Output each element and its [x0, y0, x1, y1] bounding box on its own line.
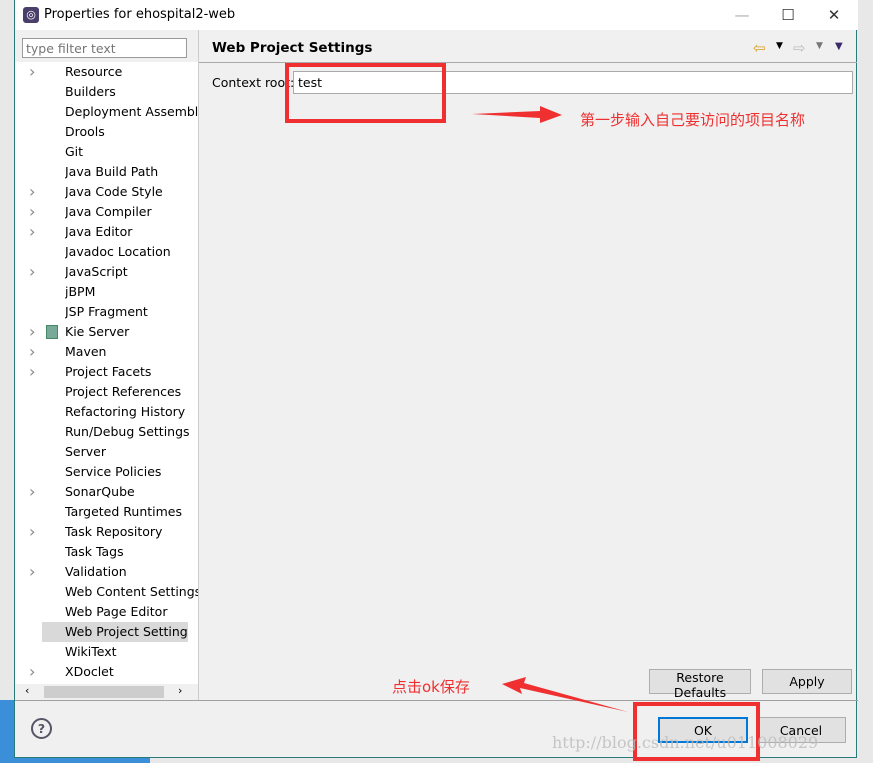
watermark: http://blog.csdn.net/u011008029: [552, 733, 819, 752]
annotation-arrow-step1: [472, 106, 562, 123]
annotation-step1-text: 第一步输入自己要访问的项目名称: [580, 111, 806, 129]
annotation-arrow-step2: [502, 677, 628, 712]
annotation-step2-text: 点击ok保存: [392, 678, 470, 696]
